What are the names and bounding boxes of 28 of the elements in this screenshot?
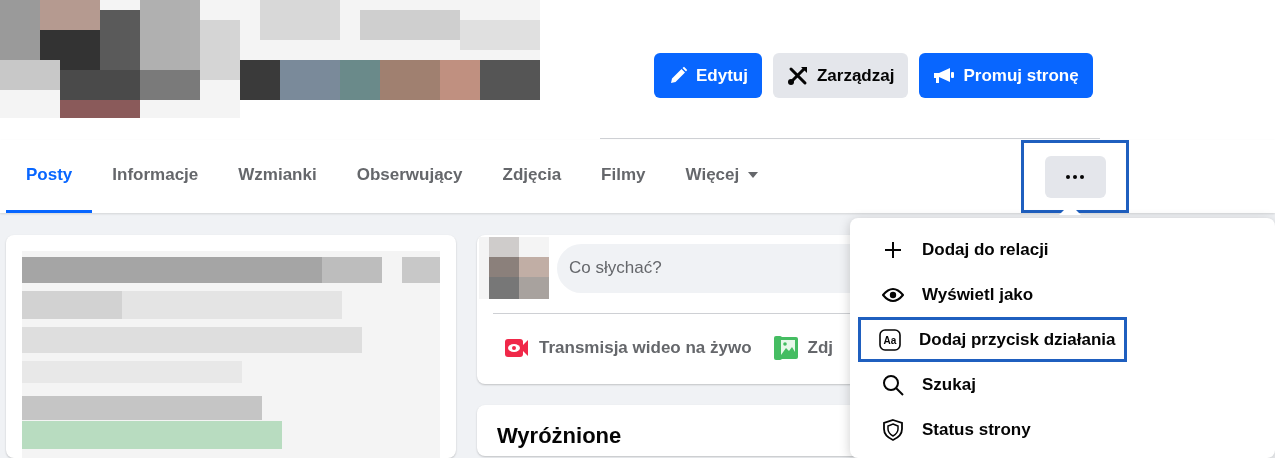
more-button[interactable] bbox=[1044, 155, 1106, 198]
primary-button[interactable]: Promuj stronę bbox=[919, 53, 1093, 98]
pencil-icon bbox=[668, 65, 688, 86]
text-format-icon: Aa bbox=[879, 328, 901, 351]
more-icon bbox=[1066, 174, 1084, 179]
section-title: Wyróżnione bbox=[497, 423, 623, 449]
secondary-button[interactable]: Zarządzaj bbox=[772, 53, 909, 98]
tab[interactable]: Filmy bbox=[581, 140, 666, 213]
tab[interactable]: Obserwujący bbox=[336, 140, 483, 213]
tab[interactable]: Informacje bbox=[92, 140, 219, 213]
tab[interactable]: Więcej bbox=[665, 140, 780, 213]
shield-icon bbox=[883, 418, 903, 441]
megaphone-icon bbox=[933, 65, 956, 86]
tab[interactable]: Zdjęcia bbox=[482, 140, 582, 213]
post-action[interactable]: Zdj bbox=[773, 336, 834, 360]
plus-icon bbox=[883, 239, 903, 260]
tab[interactable]: Posty bbox=[6, 140, 93, 213]
menu-item[interactable]: Status strony bbox=[858, 407, 1127, 452]
tools-icon bbox=[786, 64, 809, 87]
post-action[interactable]: Transmisja wideo na żywo bbox=[505, 336, 752, 360]
eye-icon bbox=[882, 287, 904, 302]
menu-item[interactable]: Aa Dodaj przycisk działania bbox=[858, 317, 1127, 362]
search-icon bbox=[882, 373, 904, 396]
primary-button[interactable]: Edytuj bbox=[654, 53, 762, 98]
video-camera-icon bbox=[505, 338, 529, 358]
menu-item[interactable]: Szukaj bbox=[858, 362, 1127, 407]
photo-icon bbox=[773, 336, 798, 360]
tab[interactable]: Wzmianki bbox=[218, 140, 337, 213]
